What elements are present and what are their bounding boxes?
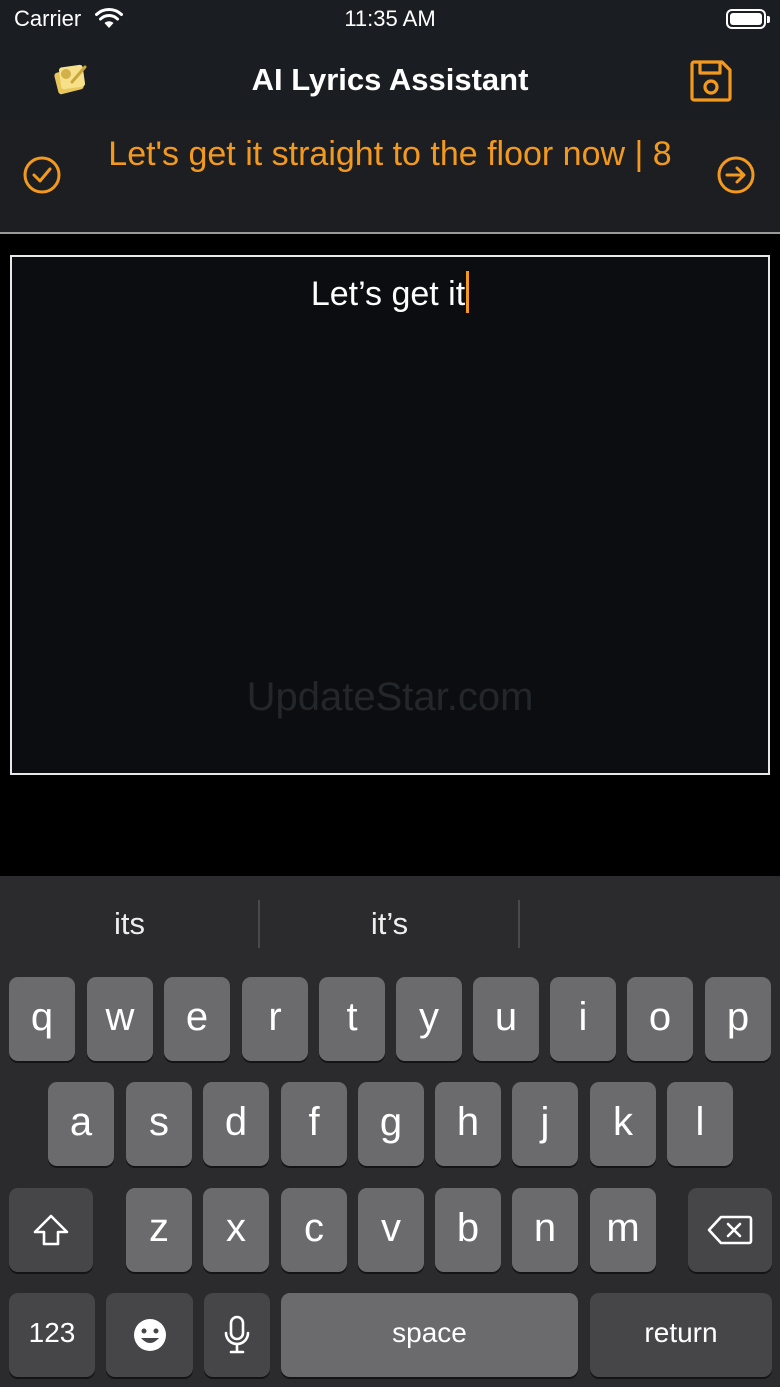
battery-icon	[726, 9, 770, 29]
key-q[interactable]: q	[9, 977, 75, 1061]
shift-key[interactable]	[9, 1188, 93, 1272]
emoji-icon	[132, 1311, 168, 1355]
key-y[interactable]: y	[396, 977, 462, 1061]
key-v[interactable]: v	[358, 1188, 424, 1272]
prediction-bar: its it’s	[0, 876, 780, 972]
key-b[interactable]: b	[435, 1188, 501, 1272]
key-k[interactable]: k	[590, 1082, 656, 1166]
key-t[interactable]: t	[319, 977, 385, 1061]
save-icon[interactable]	[688, 58, 734, 109]
key-z[interactable]: z	[126, 1188, 192, 1272]
key-o[interactable]: o	[627, 977, 693, 1061]
numbers-key[interactable]: 123	[9, 1293, 95, 1377]
space-key[interactable]: space	[281, 1293, 578, 1377]
clock: 11:35 AM	[344, 6, 436, 31]
arrow-right-circle-icon[interactable]	[716, 155, 756, 200]
key-r[interactable]: r	[242, 977, 308, 1061]
keyboard: its it’s q w e r t y u i o p a s d f g h…	[0, 876, 780, 1387]
microphone-icon	[223, 1311, 251, 1355]
key-x[interactable]: x	[203, 1188, 269, 1272]
dictation-key[interactable]	[204, 1293, 270, 1377]
key-n[interactable]: n	[512, 1188, 578, 1272]
prediction-its[interactable]: its	[0, 876, 259, 972]
key-e[interactable]: e	[164, 977, 230, 1061]
editor-area: Let’s get it UpdateStar.com	[0, 236, 780, 876]
key-s[interactable]: s	[126, 1082, 192, 1166]
key-l[interactable]: l	[667, 1082, 733, 1166]
lyrics-text[interactable]: Let’s get it	[12, 271, 768, 314]
status-bar: Carrier 11:35 AM	[0, 0, 780, 44]
key-j[interactable]: j	[512, 1082, 578, 1166]
checkmark-circle-icon[interactable]	[22, 155, 62, 200]
navigation-bar: AI Lyrics Assistant	[0, 44, 780, 120]
key-m[interactable]: m	[590, 1188, 656, 1272]
lyric-suggestion-bar: Let's get it straight to the floor now |…	[0, 120, 780, 234]
prediction-its-apostrophe[interactable]: it’s	[260, 876, 519, 972]
prediction-empty[interactable]	[520, 876, 780, 972]
key-h[interactable]: h	[435, 1082, 501, 1166]
delete-key[interactable]	[688, 1188, 772, 1272]
emoji-key[interactable]	[106, 1293, 193, 1377]
key-i[interactable]: i	[550, 977, 616, 1061]
lyrics-text-editor[interactable]: Let’s get it UpdateStar.com	[10, 255, 770, 775]
key-a[interactable]: a	[48, 1082, 114, 1166]
return-key[interactable]: return	[590, 1293, 772, 1377]
key-c[interactable]: c	[281, 1188, 347, 1272]
delete-icon	[707, 1206, 753, 1250]
key-d[interactable]: d	[203, 1082, 269, 1166]
key-u[interactable]: u	[473, 977, 539, 1061]
key-f[interactable]: f	[281, 1082, 347, 1166]
watermark: UpdateStar.com	[246, 675, 534, 719]
shift-icon	[31, 1206, 71, 1250]
key-g[interactable]: g	[358, 1082, 424, 1166]
lyric-suggestion-text[interactable]: Let's get it straight to the floor now |…	[80, 135, 700, 173]
page-title: AI Lyrics Assistant	[251, 62, 529, 97]
key-p[interactable]: p	[705, 977, 771, 1061]
key-w[interactable]: w	[87, 977, 153, 1061]
text-caret	[466, 271, 470, 313]
lyrics-text-value: Let’s get it	[310, 275, 466, 313]
